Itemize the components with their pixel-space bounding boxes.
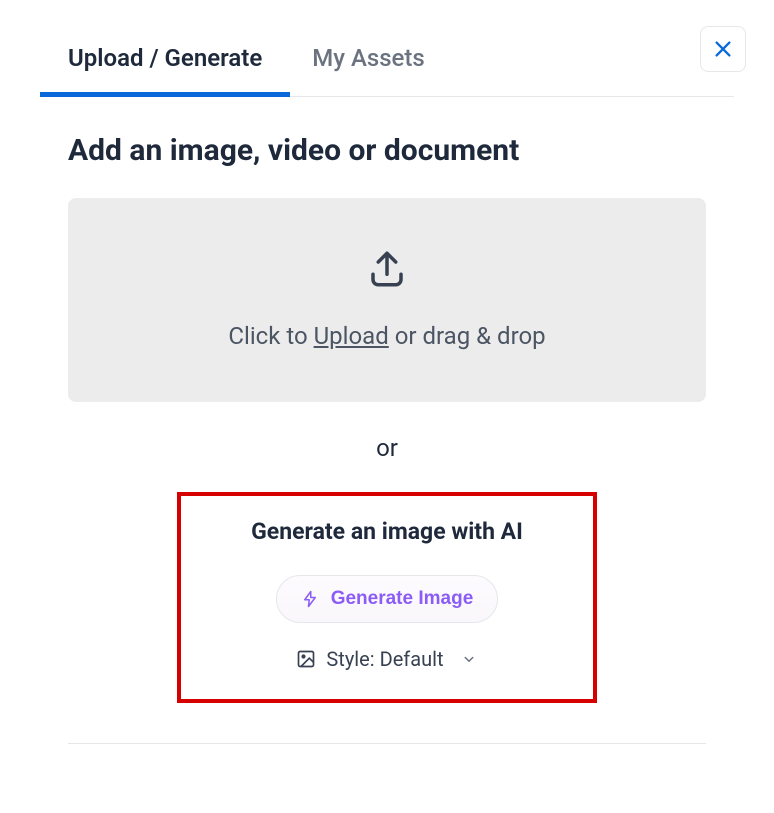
generate-image-button[interactable]: Generate Image: [276, 575, 499, 623]
close-icon: [712, 38, 734, 60]
page-title: Add an image, video or document: [68, 133, 706, 168]
upload-link-word: Upload: [314, 322, 389, 350]
upload-text: Click to Upload or drag & drop: [228, 322, 545, 350]
upload-icon: [366, 248, 408, 294]
divider: [68, 743, 706, 744]
ai-generate-section: Generate an image with AI Generate Image…: [177, 492, 597, 703]
upload-text-suffix: or drag & drop: [389, 322, 546, 350]
tab-upload-generate[interactable]: Upload / Generate: [68, 30, 262, 96]
generate-button-label: Generate Image: [331, 588, 474, 610]
tab-label: Upload / Generate: [68, 44, 262, 72]
lightning-icon: [301, 590, 319, 608]
tab-my-assets[interactable]: My Assets: [312, 30, 425, 96]
separator-or: or: [68, 434, 706, 462]
chevron-down-icon: [460, 650, 478, 668]
image-icon: [296, 649, 316, 669]
tabs: Upload / Generate My Assets: [40, 30, 734, 97]
style-label: Style: Default: [326, 647, 443, 671]
close-button[interactable]: [700, 26, 746, 72]
upload-text-prefix: Click to: [228, 322, 313, 350]
ai-heading: Generate an image with AI: [251, 518, 523, 545]
tab-label: My Assets: [312, 44, 425, 72]
style-selector[interactable]: Style: Default: [296, 647, 477, 671]
upload-dropzone[interactable]: Click to Upload or drag & drop: [68, 198, 706, 402]
